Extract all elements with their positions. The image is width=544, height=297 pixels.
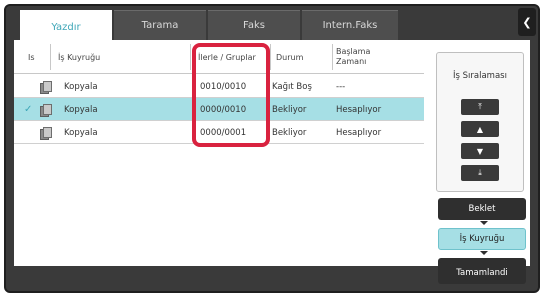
job-name: Kopyala xyxy=(64,127,98,138)
job-name: Kopyala xyxy=(64,104,98,115)
job-start-time: --- xyxy=(336,81,346,92)
move-up-button[interactable]: ▲ xyxy=(461,121,499,137)
column-divider xyxy=(190,44,191,70)
arrow-down-icon: ▼ xyxy=(476,146,484,156)
column-divider xyxy=(332,44,333,70)
completed-button[interactable]: Tamamlandi xyxy=(438,262,526,284)
queue-order-box: İş Sıralaması ⤒ ▲ ▼ ⤓ xyxy=(436,52,524,192)
job-state: Kağıt Boş xyxy=(272,81,312,92)
tab-fax[interactable]: Faks xyxy=(208,10,300,40)
tab-bar: Yazdır Tarama Faks Intern.Faks ❮ xyxy=(6,6,538,44)
column-state: Durum xyxy=(276,52,304,62)
arrow-up-icon: ▲ xyxy=(476,124,484,134)
job-list-panel: Is İş Kuyruğu İlerle / Gruplar Durum Baş… xyxy=(14,40,530,266)
queue-order-title: İş Sıralaması xyxy=(453,71,507,81)
copy-job-icon xyxy=(40,98,52,121)
copy-job-icon xyxy=(40,75,52,98)
job-state: Bekliyor xyxy=(272,127,307,138)
flow-arrow-icon xyxy=(480,221,488,225)
chevron-left-icon: ❮ xyxy=(522,15,532,29)
job-queue-button[interactable]: İş Kuyruğu xyxy=(438,228,526,250)
job-state: Bekliyor xyxy=(272,104,307,115)
job-start-time: Hesaplıyor xyxy=(336,104,382,115)
move-to-bottom-button[interactable]: ⤓ xyxy=(461,165,499,181)
hold-button[interactable]: Beklet xyxy=(438,198,526,220)
job-start-time: Hesaplıyor xyxy=(336,127,382,138)
column-divider xyxy=(270,44,271,70)
tab-scan[interactable]: Tarama xyxy=(114,10,206,40)
flow-arrow-icon xyxy=(480,251,488,255)
tab-print[interactable]: Yazdır xyxy=(20,10,112,44)
job-name: Kopyala xyxy=(64,81,98,92)
progress-column-highlight xyxy=(192,43,270,147)
move-to-top-button[interactable]: ⤒ xyxy=(461,99,499,115)
column-divider xyxy=(50,44,51,70)
column-job-queue: İş Kuyruğu xyxy=(58,52,101,62)
move-to-top-icon: ⤒ xyxy=(478,102,482,111)
move-to-bottom-icon: ⤓ xyxy=(478,168,482,177)
back-button[interactable]: ❮ xyxy=(518,8,536,36)
move-down-button[interactable]: ▼ xyxy=(461,143,499,159)
column-start-time: Başlama Zamanı xyxy=(336,47,371,66)
copy-job-icon xyxy=(40,121,52,144)
job-status-window: Yazdır Tarama Faks Intern.Faks ❮ Is İş K… xyxy=(4,4,540,293)
tab-internet-fax[interactable]: Intern.Faks xyxy=(302,10,398,40)
column-status: Is xyxy=(28,52,35,62)
check-icon: ✓ xyxy=(24,104,33,115)
